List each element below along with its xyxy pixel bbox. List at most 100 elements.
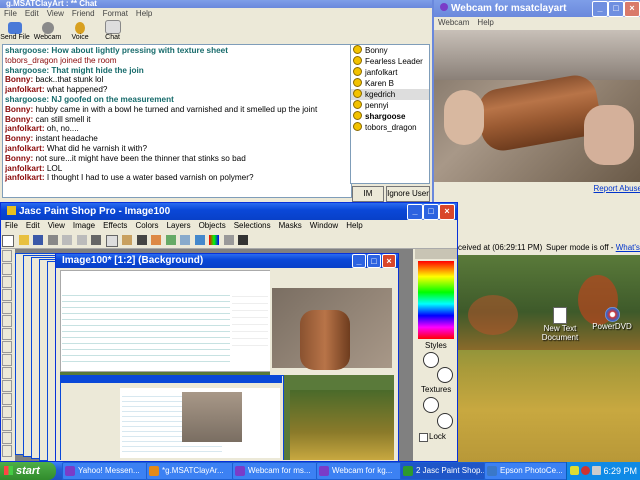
- taskbar-button[interactable]: Webcam for ms...: [232, 462, 326, 480]
- minimize-button[interactable]: _: [407, 204, 423, 220]
- undo-icon[interactable]: [62, 235, 73, 245]
- open-icon[interactable]: [18, 235, 29, 245]
- redo-icon[interactable]: [76, 235, 87, 245]
- menu-view[interactable]: View: [44, 221, 69, 230]
- ignore-user-button[interactable]: Ignore User: [386, 186, 430, 202]
- maximize-button[interactable]: □: [608, 1, 624, 17]
- menu-colors[interactable]: Colors: [131, 221, 162, 230]
- menu-file[interactable]: File: [0, 9, 21, 18]
- menu-help[interactable]: Help: [132, 9, 156, 18]
- menu-file[interactable]: File: [1, 221, 22, 230]
- color-palette-icon[interactable]: [209, 235, 220, 245]
- menu-edit[interactable]: Edit: [22, 221, 44, 230]
- user-list-item[interactable]: kgedrich: [351, 89, 429, 100]
- user-list-item[interactable]: tobors_dragon: [351, 122, 429, 133]
- close-button[interactable]: ×: [439, 204, 455, 220]
- tool-button[interactable]: [2, 354, 12, 366]
- help-icon[interactable]: [238, 235, 249, 245]
- overview-icon[interactable]: [194, 235, 205, 245]
- user-list-item[interactable]: shargoose: [351, 111, 429, 122]
- menu-help[interactable]: Help: [342, 221, 366, 230]
- tool-button[interactable]: [2, 341, 12, 353]
- message-nick[interactable]: janfolkart:: [5, 164, 45, 173]
- print-icon[interactable]: [47, 235, 58, 245]
- lock-checkbox[interactable]: [419, 433, 428, 442]
- tool-button[interactable]: [2, 315, 12, 327]
- crop-icon[interactable]: [136, 235, 147, 245]
- close-button[interactable]: ×: [624, 1, 640, 17]
- user-list-item[interactable]: janfolkart: [351, 67, 429, 78]
- histogram-icon[interactable]: [165, 235, 176, 245]
- menu-masks[interactable]: Masks: [275, 221, 306, 230]
- menu-edit[interactable]: Edit: [21, 9, 43, 18]
- im-button[interactable]: IM: [352, 186, 384, 202]
- taskbar-button[interactable]: Webcam for kg...: [316, 462, 410, 480]
- menu-objects[interactable]: Objects: [195, 221, 230, 230]
- clock[interactable]: 6:29 PM: [603, 462, 637, 480]
- tool-button[interactable]: [2, 419, 12, 431]
- foreground-style-swatch[interactable]: [423, 352, 439, 368]
- tool-button[interactable]: [2, 393, 12, 405]
- tray-icon[interactable]: [581, 466, 590, 475]
- menu-window[interactable]: Window: [306, 221, 342, 230]
- menu-view[interactable]: View: [43, 9, 68, 18]
- menu-friend[interactable]: Friend: [68, 9, 99, 18]
- whats-this-link[interactable]: What's this?: [616, 243, 640, 252]
- taskbar-button[interactable]: *g.MSATClayAr...: [146, 462, 240, 480]
- tool-button[interactable]: [2, 406, 12, 418]
- menu-layers[interactable]: Layers: [163, 221, 195, 230]
- user-list-item[interactable]: Karen B: [351, 78, 429, 89]
- maximize-button[interactable]: □: [423, 204, 439, 220]
- new-icon[interactable]: [2, 235, 14, 247]
- message-nick[interactable]: Bonny:: [5, 115, 33, 124]
- minimize-button[interactable]: _: [592, 1, 608, 17]
- tool-button[interactable]: [2, 302, 12, 314]
- message-nick[interactable]: shargoose:: [5, 66, 49, 75]
- tool-options-icon[interactable]: [223, 235, 234, 245]
- chat-button[interactable]: Chat: [98, 19, 128, 41]
- start-button[interactable]: start: [0, 462, 56, 480]
- message-nick[interactable]: janfolkart:: [5, 173, 45, 182]
- message-nick[interactable]: shargoose:: [5, 46, 49, 55]
- user-list-item[interactable]: Fearless Leader: [351, 56, 429, 67]
- layers-palette-icon[interactable]: [180, 235, 191, 245]
- tool-button[interactable]: [2, 445, 12, 457]
- close-button[interactable]: ×: [382, 254, 396, 268]
- foreground-texture-swatch[interactable]: [423, 397, 439, 413]
- taskbar-button[interactable]: Yahoo! Messen...: [62, 462, 156, 480]
- webcam-button[interactable]: Webcam: [33, 21, 63, 41]
- tool-button[interactable]: [2, 380, 12, 392]
- paste-icon[interactable]: [122, 235, 133, 245]
- message-nick[interactable]: Bonny:: [5, 105, 33, 114]
- maximize-button[interactable]: □: [367, 254, 381, 268]
- save-icon[interactable]: [33, 235, 44, 245]
- user-list-item[interactable]: pennyi: [351, 100, 429, 111]
- report-abuse-link[interactable]: Report Abuse: [594, 184, 640, 193]
- desktop-icon-powerdvd[interactable]: PowerDVD: [590, 307, 634, 331]
- tray-icon[interactable]: [570, 466, 579, 475]
- menu-webcam[interactable]: Webcam: [434, 18, 473, 27]
- tool-button[interactable]: [2, 250, 12, 262]
- message-nick[interactable]: janfolkart:: [5, 144, 45, 153]
- tool-button[interactable]: [2, 328, 12, 340]
- tool-button[interactable]: [2, 276, 12, 288]
- menu-effects[interactable]: Effects: [99, 221, 131, 230]
- background-style-swatch[interactable]: [437, 367, 453, 383]
- tool-button[interactable]: [2, 289, 12, 301]
- browse-icon[interactable]: [151, 235, 162, 245]
- tool-button[interactable]: [2, 263, 12, 275]
- minimize-button[interactable]: _: [352, 254, 366, 268]
- user-list-item[interactable]: Bonny: [351, 45, 429, 56]
- message-nick[interactable]: Bonny:: [5, 134, 33, 143]
- color-spectrum[interactable]: [418, 261, 454, 339]
- message-nick[interactable]: Bonny:: [5, 154, 33, 163]
- menu-format[interactable]: Format: [99, 9, 132, 18]
- cut-icon[interactable]: [91, 235, 102, 245]
- message-nick[interactable]: janfolkart:: [5, 124, 45, 133]
- volume-icon[interactable]: [592, 466, 601, 475]
- message-nick[interactable]: janfolkart:: [5, 85, 45, 94]
- message-nick[interactable]: Bonny:: [5, 75, 33, 84]
- voice-button[interactable]: Voice: [65, 21, 95, 41]
- message-nick[interactable]: shargoose:: [5, 95, 49, 104]
- tool-button[interactable]: [2, 367, 12, 379]
